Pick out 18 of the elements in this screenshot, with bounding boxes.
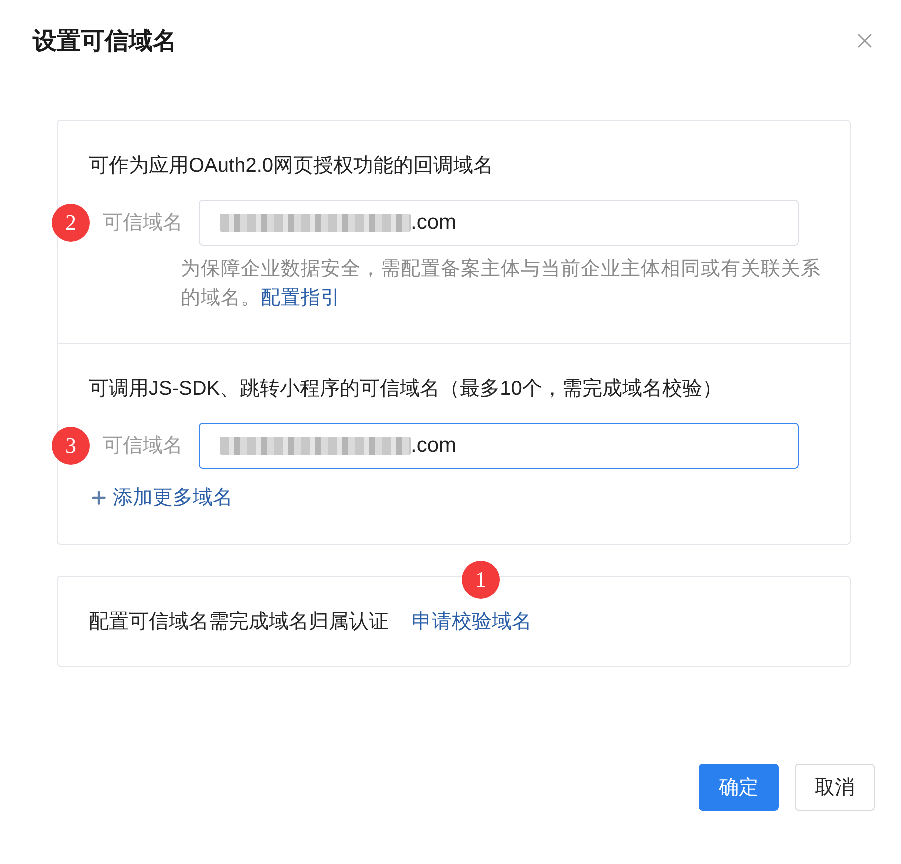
plus-icon	[89, 488, 109, 508]
guide-link[interactable]: 配置指引	[261, 287, 341, 309]
add-domain-link[interactable]: 添加更多域名	[89, 485, 233, 511]
verification-note: 配置可信域名需完成域名归属认证	[89, 610, 389, 634]
help-text: 为保障企业数据安全，需配置备案主体与当前企业主体相同或有关联关系的域名。配置指引	[181, 257, 822, 311]
confirm-button[interactable]: 确定	[699, 764, 779, 811]
domain-input[interactable]: .com	[199, 200, 799, 246]
domain-input[interactable]: .com	[199, 423, 799, 469]
section-heading: 可作为应用OAuth2.0网页授权功能的回调域名	[89, 154, 494, 179]
verify-domain-link[interactable]: 申请校验域名	[412, 606, 532, 636]
field-label: 可信域名	[103, 211, 184, 236]
number-marker: 2	[52, 204, 90, 242]
dialog-title: 设置可信域名	[33, 27, 177, 57]
section-heading: 可调用JS-SDK、跳转小程序的可信域名（最多10个，需完成域名校验）	[89, 377, 722, 402]
field-label: 可信域名	[103, 434, 184, 459]
number-marker: 3	[52, 427, 90, 465]
number-marker: 1	[462, 561, 500, 599]
cancel-button[interactable]: 取消	[795, 764, 875, 811]
